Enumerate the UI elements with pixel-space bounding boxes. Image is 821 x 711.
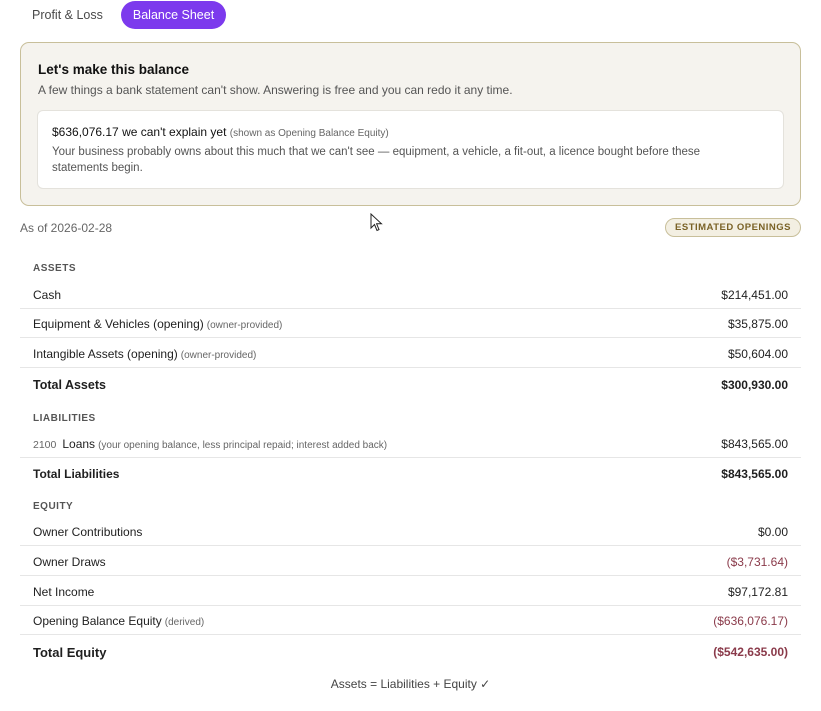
row-label: Owner Contributions [33,525,143,539]
card-body: Your business probably owns about this m… [52,146,701,174]
balance-prompt-banner: Let's make this balance A few things a b… [20,42,801,206]
row-amount: $214,451.00 [721,288,788,302]
row-label: Intangible Assets (opening) [33,347,178,361]
total-equity-amount: ($542,635.00) [713,645,788,659]
liabilities-section-label: LIABILITIES [33,413,96,424]
banner-subtitle: A few things a bank statement can't show… [38,83,513,97]
table-row: Equipment & Vehicles (opening) (owner-pro… [20,308,801,338]
card-headline: $636,076.17 we can't explain yet [52,125,227,139]
row-note: (derived) [164,617,205,628]
row-label: Opening Balance Equity [33,614,162,628]
row-label: Loans [62,437,96,451]
table-row: Opening Balance Equity (derived) ($636,07… [20,605,801,635]
table-row: Owner Contributions $0.00 [20,516,801,546]
row-label: Cash [33,288,62,302]
card-headline-wrap: $636,076.17 we can't explain yet (shown … [52,125,389,139]
row-amount: $843,565.00 [721,437,788,451]
row-amount: ($636,076.17) [713,614,788,628]
row-amount: $50,604.00 [727,347,788,361]
equity-section-label: EQUITY [33,501,74,512]
tab-profit-loss[interactable]: Profit & Loss [20,1,115,29]
account-code: 2100 [33,439,57,451]
row-amount: $0.00 [757,525,788,539]
table-row: Net Income $97,172.81 [20,576,801,606]
as-of-date: As of 2026-02-28 [20,221,113,235]
row-label: Net Income [33,585,95,599]
mouse-cursor-icon [370,213,383,232]
total-equity-row: Total Equity ($542,635.00) [20,636,801,666]
table-row: Intangible Assets (opening) (owner-provid… [20,338,801,368]
row-amount: $35,875.00 [727,317,788,331]
row-label: Equipment & Vehicles (opening) [33,317,204,331]
total-liabilities-label: Total Liabilities [33,467,120,481]
total-assets-label: Total Assets [33,378,106,392]
card-headline-note: (shown as Opening Balance Equity) [229,128,389,139]
row-note: (owner-provided) [206,320,283,331]
row-note: (owner-provided) [180,350,257,361]
row-amount: ($3,731.64) [726,555,788,569]
total-liabilities-amount: $843,565.00 [721,467,788,481]
total-equity-label: Total Equity [33,645,107,660]
tab-balance-sheet[interactable]: Balance Sheet [120,1,227,29]
total-assets-row: Total Assets $300,930.00 [20,369,801,399]
status-badge: ESTIMATED OPENINGS [665,218,801,237]
row-note: (your opening balance, less principal re… [98,440,388,451]
total-assets-amount: $300,930.00 [721,378,788,392]
balance-check: Assets = Liabilities + Equity ✓ [330,677,491,691]
row-label: Owner Draws [33,555,106,569]
unexplained-amount-card[interactable]: $636,076.17 we can't explain yet (shown … [37,110,784,189]
report-tabs: Profit & Loss Balance Sheet [20,1,227,29]
table-row: Owner Draws ($3,731.64) [20,546,801,576]
total-liabilities-row: Total Liabilities $843,565.00 [20,458,801,488]
banner-title: Let's make this balance [38,62,190,77]
row-amount: $97,172.81 [727,585,788,599]
table-row: Cash $214,451.00 [20,279,801,309]
assets-section-label: ASSETS [33,263,77,274]
table-row: 2100 Loans (your opening balance, less pri… [20,428,801,458]
